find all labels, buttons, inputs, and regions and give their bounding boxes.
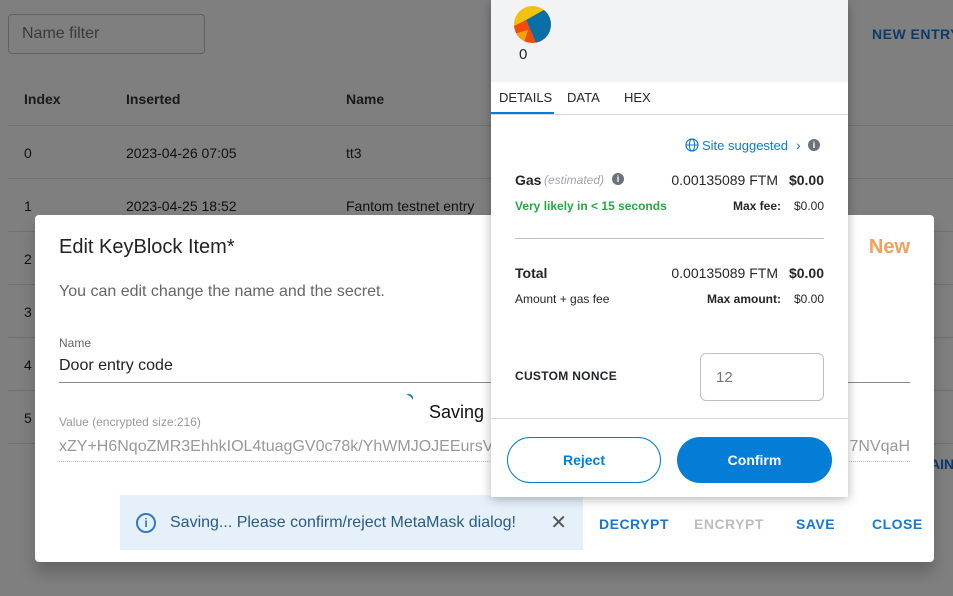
tab-details[interactable]: DETAILS	[499, 90, 552, 105]
close-icon[interactable]: ✕	[550, 510, 567, 535]
custom-nonce-label: CUSTOM NONCE	[515, 369, 618, 383]
tab-data[interactable]: DATA	[567, 90, 600, 105]
total-usd: $0.00	[788, 265, 824, 281]
site-suggested-label: Site suggested	[702, 137, 789, 153]
gas-fee-usd: $0.00	[788, 172, 824, 188]
chevron-right-icon: ›	[796, 137, 801, 153]
encrypt-button: ENCRYPT	[694, 516, 764, 532]
save-button[interactable]: SAVE	[796, 516, 835, 532]
metamask-header: 0	[491, 0, 848, 82]
info-icon[interactable]: i	[808, 139, 820, 151]
gas-estimated-label: (estimated)	[544, 173, 605, 187]
name-field-label: Name	[59, 336, 92, 350]
total-label: Total	[515, 265, 548, 281]
gas-info-icon[interactable]: i	[612, 173, 624, 185]
globe-icon	[685, 138, 699, 152]
gas-speed-estimate: Very likely in < 15 seconds	[515, 199, 667, 213]
close-button[interactable]: CLOSE	[872, 516, 923, 532]
account-avatar[interactable]	[514, 6, 551, 43]
max-amount-label: Max amount:	[706, 292, 781, 306]
max-fee-value: $0.00	[793, 199, 824, 213]
total-ftm: 0.00135089 FTM	[671, 265, 778, 281]
new-badge: New	[868, 236, 910, 258]
custom-nonce-input[interactable]	[700, 353, 824, 401]
dialog-title: Edit KeyBlock Item*	[59, 236, 235, 258]
reject-button[interactable]: Reject	[507, 437, 661, 483]
gas-label: Gas	[515, 172, 542, 188]
value-field-tail: 7NVqaH	[849, 438, 910, 455]
metamask-confirm-popup: 0 DETAILS DATA HEX Site suggested › i Ga…	[491, 0, 848, 497]
active-tab-indicator	[491, 112, 554, 114]
info-icon: i	[136, 512, 156, 533]
max-fee-label: Max fee:	[732, 199, 781, 213]
saving-status: Saving	[429, 402, 485, 422]
account-count: 0	[519, 46, 528, 63]
metamask-tabs: DETAILS DATA HEX	[491, 82, 848, 115]
loading-spinner-icon	[403, 392, 415, 404]
site-suggested-link[interactable]: Site suggested ›	[685, 137, 801, 153]
confirm-button[interactable]: Confirm	[677, 437, 832, 483]
alert-message: Saving... Please confirm/reject MetaMask…	[170, 513, 516, 531]
info-alert: i Saving... Please confirm/reject MetaMa…	[120, 495, 583, 550]
dialog-description: You can edit change the name and the sec…	[59, 283, 385, 300]
divider	[515, 238, 824, 239]
value-field-label: Value (encrypted size:216)	[59, 415, 201, 429]
gas-fee-ftm: 0.00135089 FTM	[671, 172, 778, 188]
tab-hex[interactable]: HEX	[624, 90, 651, 105]
amount-gas-fee-label: Amount + gas fee	[515, 292, 610, 306]
max-amount-value: $0.00	[793, 292, 824, 306]
metamask-footer: Reject Confirm	[491, 418, 848, 497]
decrypt-button[interactable]: DECRYPT	[599, 516, 669, 532]
